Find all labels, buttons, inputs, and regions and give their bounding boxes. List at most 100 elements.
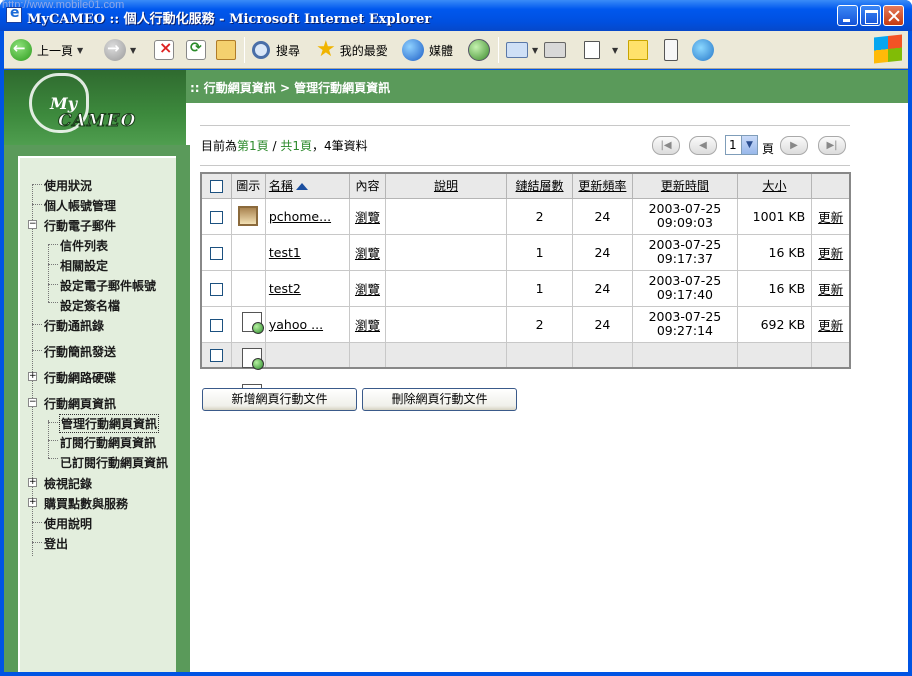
chevron-down-icon[interactable]: ▼ xyxy=(741,136,757,154)
delete-web-doc-button[interactable]: 刪除網頁行動文件 xyxy=(362,388,517,411)
update-link[interactable]: 更新 xyxy=(818,282,843,297)
edit-button[interactable]: ▼ xyxy=(584,36,618,64)
sort-by-frequency-link[interactable]: 更新頻率 xyxy=(578,179,626,193)
maximize-button[interactable] xyxy=(860,5,881,26)
sidebar-item-account[interactable]: 個人帳號管理 xyxy=(44,197,116,214)
print-button[interactable] xyxy=(544,36,566,64)
sidebar-item-disk[interactable]: 行動網路硬碟 xyxy=(44,369,116,386)
expand-icon[interactable]: + xyxy=(28,372,37,381)
chevron-down-icon[interactable]: ▼ xyxy=(77,46,83,55)
chevron-down-icon[interactable]: ▼ xyxy=(532,46,538,55)
next-page-button[interactable]: ▶ xyxy=(780,136,808,155)
doc-name-link[interactable]: test1 xyxy=(269,245,301,260)
view-link[interactable]: 瀏覽 xyxy=(355,246,380,261)
header-description[interactable]: 說明 xyxy=(384,172,508,199)
sidebar-item-web-info[interactable]: 行動網頁資訊 xyxy=(44,395,116,412)
doc-name-link[interactable]: yahoo ... xyxy=(269,317,323,332)
back-button[interactable]: 上一頁 ▼ xyxy=(10,36,83,64)
doc-size: 16 KB xyxy=(736,233,813,271)
mycameo-logo[interactable]: My CAMEO xyxy=(4,70,186,145)
doc-name-link[interactable]: test2 xyxy=(269,281,301,296)
sidebar-item-contacts[interactable]: 行動通訊錄 xyxy=(44,317,104,334)
title-bar[interactable]: http://www.mobile01.com MyCAMEO :: 個人行動化… xyxy=(0,0,912,31)
view-link[interactable]: 瀏覽 xyxy=(355,282,380,297)
view-link[interactable]: 瀏覽 xyxy=(355,318,380,333)
sidebar-item-manage-web-info[interactable]: 管理行動網頁資訊 xyxy=(59,414,160,433)
sidebar-item-help[interactable]: 使用說明 xyxy=(44,515,92,532)
sidebar-item-subscribed-web-info[interactable]: 已訂閱行動網頁資訊 xyxy=(60,454,168,471)
sidebar-item-mobile-mail[interactable]: 行動電子郵件 xyxy=(44,217,116,234)
select-all-footer-checkbox[interactable] xyxy=(209,349,223,363)
doc-name-link[interactable]: pchome... xyxy=(269,209,331,224)
row-checkbox[interactable] xyxy=(209,318,223,332)
prev-page-button[interactable]: ◀ xyxy=(689,136,717,155)
sort-by-size-link[interactable]: 大小 xyxy=(762,179,786,193)
first-page-button[interactable]: |◀ xyxy=(652,136,680,155)
status-count: ，4筆資料 xyxy=(311,139,368,153)
select-all-checkbox[interactable] xyxy=(209,179,223,193)
add-web-doc-button[interactable]: 新增網頁行動文件 xyxy=(202,388,357,411)
close-button[interactable] xyxy=(883,5,904,26)
sidebar-item-usage[interactable]: 使用狀況 xyxy=(44,177,92,194)
divider xyxy=(200,125,850,126)
forward-button[interactable]: ▼ xyxy=(104,36,136,64)
update-link[interactable]: 更新 xyxy=(818,210,843,225)
sidebar-item-logout[interactable]: 登出 xyxy=(44,535,68,552)
table-row: test2 瀏覽 1 24 2003-07-25 09:17:40 16 KB 更… xyxy=(200,269,851,370)
history-button[interactable] xyxy=(468,36,490,64)
refresh-button[interactable] xyxy=(186,36,206,64)
page-viewport: My CAMEO :: 行動網頁資訊 > 管理行動網頁資訊 使用狀況 個人帳號管… xyxy=(4,70,908,672)
row-checkbox[interactable] xyxy=(209,210,223,224)
minimize-button[interactable] xyxy=(837,5,858,26)
update-link[interactable]: 更新 xyxy=(818,318,843,333)
sidebar-item-logs[interactable]: 檢視記錄 xyxy=(44,475,92,492)
header-select-all[interactable] xyxy=(200,172,232,199)
table-row: pchome... 瀏覽 2 24 2003-07-25 09:09:03 100… xyxy=(200,197,851,235)
search-icon xyxy=(252,41,270,59)
window-title: MyCAMEO :: 個人行動化服務 - Microsoft Internet … xyxy=(27,12,432,27)
sort-by-description-link[interactable]: 說明 xyxy=(434,179,458,193)
expand-icon[interactable]: + xyxy=(28,478,37,487)
collapse-icon[interactable]: − xyxy=(28,398,37,407)
sidebar-item-mail-settings[interactable]: 相關設定 xyxy=(60,257,108,274)
sort-by-time-link[interactable]: 更新時間 xyxy=(661,179,709,193)
mail-button[interactable]: ▼ xyxy=(506,36,538,64)
home-button[interactable] xyxy=(216,36,236,64)
chevron-down-icon[interactable]: ▼ xyxy=(612,46,618,55)
view-link[interactable]: 瀏覽 xyxy=(355,210,380,225)
note-button[interactable] xyxy=(628,36,648,64)
update-link[interactable]: 更新 xyxy=(818,246,843,261)
chevron-down-icon[interactable]: ▼ xyxy=(130,46,136,55)
back-label: 上一頁 xyxy=(37,43,74,58)
sidebar-item-mail-list[interactable]: 信件列表 xyxy=(60,237,108,254)
header-size[interactable]: 大小 xyxy=(736,172,813,199)
sort-by-name-link[interactable]: 名稱 xyxy=(269,179,293,193)
refresh-icon xyxy=(186,40,206,60)
media-button[interactable]: 媒體 xyxy=(402,36,453,64)
expand-icon[interactable]: + xyxy=(28,498,37,507)
doc-description xyxy=(384,305,508,343)
mobile-button[interactable] xyxy=(664,36,678,64)
favorites-button[interactable]: ★ 我的最愛 xyxy=(316,36,388,64)
sidebar-item-subscribe-web-info[interactable]: 訂閱行動網頁資訊 xyxy=(60,434,156,451)
header-depth[interactable]: 鏈結層數 xyxy=(506,172,573,199)
status-prefix: 目前為 xyxy=(201,139,238,153)
stop-button[interactable] xyxy=(154,36,174,64)
sidebar-item-mail-accounts[interactable]: 設定電子郵件帳號 xyxy=(60,277,156,294)
header-update-time[interactable]: 更新時間 xyxy=(632,172,738,199)
header-frequency[interactable]: 更新頻率 xyxy=(571,172,634,199)
row-checkbox[interactable] xyxy=(209,282,223,296)
sidebar-item-sms[interactable]: 行動簡訊發送 xyxy=(44,343,116,360)
search-button[interactable]: 搜尋 xyxy=(252,36,300,64)
picture-page-icon xyxy=(238,206,259,226)
messenger-button[interactable] xyxy=(692,36,714,64)
sidebar-item-signature[interactable]: 設定簽名檔 xyxy=(60,297,120,314)
sidebar-nav: 使用狀況 個人帳號管理 − 行動電子郵件 信件列表 相關設定 設定電子郵件帳號 … xyxy=(18,156,176,672)
collapse-icon[interactable]: − xyxy=(28,220,37,229)
row-checkbox[interactable] xyxy=(209,246,223,260)
sidebar-item-purchase[interactable]: 購買點數與服務 xyxy=(44,495,128,512)
sort-by-depth-link[interactable]: 鏈結層數 xyxy=(516,179,564,193)
last-page-button[interactable]: ▶| xyxy=(818,136,846,155)
header-name[interactable]: 名稱 xyxy=(264,172,351,199)
page-select[interactable]: 1 ▼ xyxy=(725,135,758,155)
